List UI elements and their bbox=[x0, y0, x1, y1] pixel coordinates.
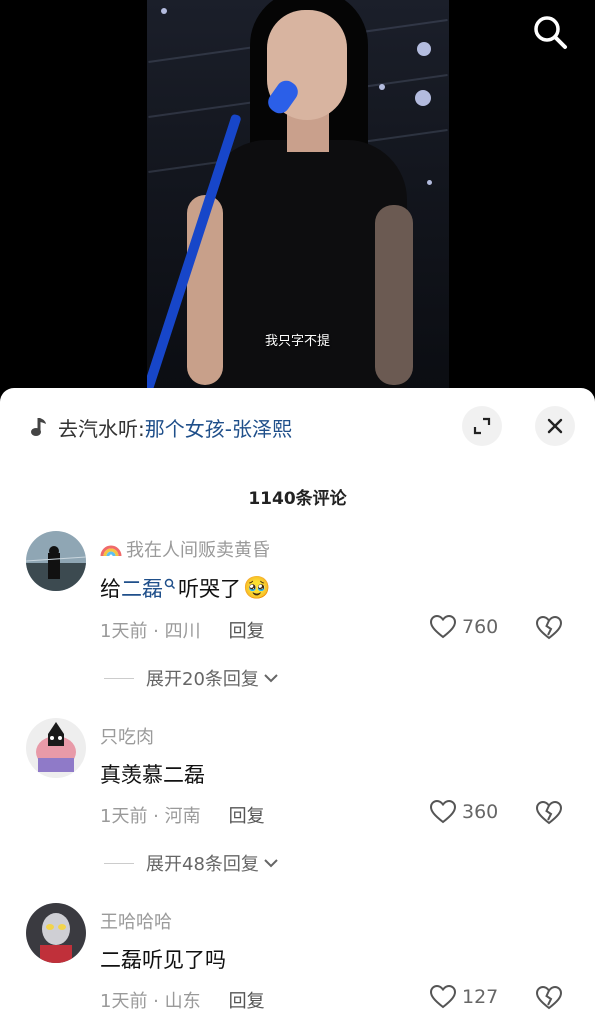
like-button[interactable]: 127 bbox=[430, 985, 498, 1009]
video-player[interactable]: 我只字不提 bbox=[0, 0, 595, 400]
avatar[interactable] bbox=[26, 718, 86, 778]
like-count: 760 bbox=[462, 616, 499, 638]
music-prefix[interactable]: 去汽水听: bbox=[58, 413, 145, 442]
stage-light bbox=[415, 90, 431, 106]
heart-icon[interactable] bbox=[430, 800, 456, 824]
comment-text: 给 二磊 听哭了 🥹 bbox=[100, 573, 270, 603]
music-note-icon bbox=[30, 416, 50, 438]
comment-meta: 1天前 · 河南 回复 bbox=[100, 802, 265, 828]
comment-panel: 去汽水听: 那个女孩-张泽熙 1140条评论 我在人间贩卖黄昏 给 二磊 听哭了… bbox=[0, 388, 595, 1024]
dislike-button[interactable] bbox=[535, 985, 563, 1014]
comment-text: 二磊听见了吗 bbox=[100, 944, 226, 974]
comment-text: 真羡慕二磊 bbox=[100, 759, 205, 789]
music-song-title[interactable]: 那个女孩-张泽熙 bbox=[145, 413, 292, 442]
comment-username[interactable]: 只吃肉 bbox=[100, 723, 154, 749]
expand-replies-button[interactable]: 展开48条回复 bbox=[104, 850, 279, 876]
like-count: 360 bbox=[462, 801, 499, 823]
minimize-button[interactable] bbox=[462, 406, 502, 446]
comment-count: 1140条评论 bbox=[248, 489, 347, 509]
close-button[interactable] bbox=[535, 406, 575, 446]
divider-dash bbox=[104, 862, 134, 864]
stage-light bbox=[161, 8, 167, 14]
stage-light bbox=[379, 84, 385, 90]
music-link[interactable]: 去汽水听: 那个女孩-张泽熙 bbox=[30, 412, 292, 442]
username-text[interactable]: 王哈哈哈 bbox=[100, 908, 172, 934]
reply-button[interactable]: 回复 bbox=[229, 617, 265, 643]
expand-replies-button[interactable]: 展开20条回复 bbox=[104, 665, 279, 691]
pleading-face-emoji: 🥹 bbox=[243, 575, 271, 601]
comment-time-location: 1天前 · 河南 bbox=[100, 806, 201, 827]
dislike-button[interactable] bbox=[535, 800, 563, 829]
heart-icon[interactable] bbox=[430, 615, 456, 639]
singer-tattooed-arm bbox=[375, 205, 413, 385]
broken-heart-icon[interactable] bbox=[535, 800, 563, 825]
chevron-down-icon[interactable] bbox=[263, 672, 279, 684]
like-button[interactable]: 760 bbox=[430, 615, 498, 639]
comment-time-location: 1天前 · 山东 bbox=[100, 991, 201, 1012]
close-icon[interactable] bbox=[546, 417, 564, 435]
avatar[interactable] bbox=[26, 531, 86, 591]
broken-heart-icon[interactable] bbox=[535, 985, 563, 1010]
reply-button[interactable]: 回复 bbox=[229, 987, 265, 1013]
comment-text-part: 听哭了 bbox=[178, 577, 241, 601]
rainbow-icon bbox=[100, 545, 122, 557]
chevron-down-icon[interactable] bbox=[263, 857, 279, 869]
divider-dash bbox=[104, 677, 134, 679]
like-count: 127 bbox=[462, 986, 499, 1008]
expand-replies-label[interactable]: 展开20条回复 bbox=[146, 665, 259, 691]
username-text[interactable]: 我在人间贩卖黄昏 bbox=[126, 536, 270, 562]
comment-meta: 1天前 · 四川 回复 bbox=[100, 617, 265, 643]
like-button[interactable]: 360 bbox=[430, 800, 498, 824]
search-keyword-icon[interactable] bbox=[164, 578, 176, 592]
comment-text-part: 真羡慕二磊 bbox=[100, 763, 205, 787]
search-icon[interactable] bbox=[531, 13, 569, 51]
video-frame[interactable]: 我只字不提 bbox=[147, 0, 449, 392]
reply-button[interactable]: 回复 bbox=[229, 802, 265, 828]
heart-icon[interactable] bbox=[430, 985, 456, 1009]
comment-meta: 1天前 · 山东 回复 bbox=[100, 987, 265, 1013]
avatar[interactable] bbox=[26, 903, 86, 963]
broken-heart-icon[interactable] bbox=[535, 615, 563, 640]
stage-light bbox=[427, 180, 432, 185]
username-text[interactable]: 只吃肉 bbox=[100, 723, 154, 749]
search-button[interactable] bbox=[528, 10, 572, 54]
comment-username[interactable]: 王哈哈哈 bbox=[100, 908, 172, 934]
expand-replies-label[interactable]: 展开48条回复 bbox=[146, 850, 259, 876]
minimize-icon[interactable] bbox=[472, 416, 492, 436]
dislike-button[interactable] bbox=[535, 615, 563, 644]
comment-username[interactable]: 我在人间贩卖黄昏 bbox=[100, 536, 270, 562]
video-subtitle: 我只字不提 bbox=[264, 334, 330, 349]
comment-text-part: 给 bbox=[100, 577, 121, 601]
comment-time-location: 1天前 · 四川 bbox=[100, 621, 201, 642]
search-keyword-link[interactable]: 二磊 bbox=[121, 573, 163, 603]
comment-text-part: 二磊听见了吗 bbox=[100, 948, 226, 972]
stage-light bbox=[417, 42, 431, 56]
